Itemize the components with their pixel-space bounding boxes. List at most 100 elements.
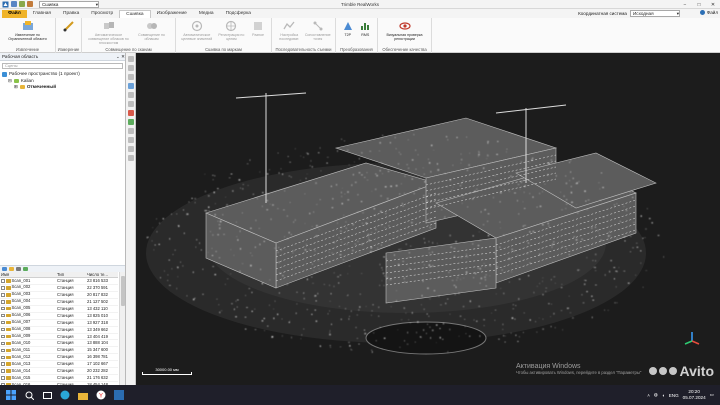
header-name[interactable]: Имя bbox=[0, 272, 57, 277]
sequence-label: Настройка последоват. bbox=[279, 33, 300, 41]
columns-icon[interactable] bbox=[23, 267, 28, 271]
minimize-button[interactable]: − bbox=[678, 0, 692, 9]
cell-point-count: 13 888 104 bbox=[87, 340, 108, 346]
visibility-checkbox[interactable] bbox=[1, 306, 5, 311]
scan-name: Scan_008 bbox=[11, 326, 31, 332]
list-view-icon[interactable] bbox=[2, 267, 7, 271]
help-menu[interactable]: Файл bbox=[699, 10, 718, 15]
visibility-checkbox[interactable] bbox=[1, 341, 5, 346]
scale-bar-line bbox=[142, 372, 192, 375]
undo-icon[interactable] bbox=[19, 1, 25, 7]
visibility-checkbox[interactable] bbox=[1, 348, 5, 353]
expand-icon[interactable]: ⊟ bbox=[8, 78, 12, 85]
scan-station-icon bbox=[5, 327, 11, 332]
cell-name: Scan_010 bbox=[0, 340, 57, 346]
network-icon[interactable]: ◍ bbox=[654, 392, 658, 398]
window-title: Trimble RealWorks bbox=[340, 2, 379, 7]
point-cloud-viewport[interactable]: 30000.00 мм Активация Windows Чтобы акти… bbox=[136, 53, 720, 385]
notifications-icon[interactable]: ▭ bbox=[710, 392, 714, 398]
header-type[interactable]: Тип bbox=[57, 272, 87, 277]
visibility-checkbox[interactable] bbox=[1, 313, 5, 318]
visibility-checkbox[interactable] bbox=[1, 286, 5, 290]
workflow-combo-value: Сшивка bbox=[42, 1, 59, 7]
tree-item-marked[interactable]: ⊞ Отмеченный bbox=[2, 84, 125, 91]
app-logo-icon bbox=[2, 1, 9, 8]
clock[interactable]: 20:20 05.07.2024 bbox=[683, 389, 706, 401]
save-icon[interactable] bbox=[11, 1, 17, 7]
search-icon[interactable] bbox=[22, 388, 36, 402]
start-button[interactable] bbox=[4, 388, 18, 402]
cell-type: Станция bbox=[57, 305, 74, 311]
scene-search-input[interactable]: Сцены bbox=[2, 63, 123, 69]
cell-type: Станция bbox=[57, 278, 74, 283]
settings-icon[interactable] bbox=[16, 267, 21, 271]
toolstrip-icon[interactable] bbox=[127, 56, 134, 62]
close-button[interactable]: ✕ bbox=[706, 0, 720, 9]
visibility-checkbox[interactable] bbox=[1, 362, 5, 366]
yandex-browser-icon[interactable]: Y bbox=[94, 388, 108, 402]
visibility-checkbox[interactable] bbox=[1, 355, 5, 360]
expand-icon[interactable]: ⊞ bbox=[14, 84, 18, 91]
workflow-combo[interactable]: Сшивка ▾ bbox=[39, 0, 99, 8]
realworks-taskbar-icon[interactable] bbox=[112, 388, 126, 402]
tab-subsphere[interactable]: Подсферка bbox=[220, 10, 257, 18]
toolstrip-icon[interactable] bbox=[127, 128, 134, 134]
explorer-icon[interactable] bbox=[76, 388, 90, 402]
scan-station-icon bbox=[5, 320, 11, 325]
visibility-checkbox[interactable] bbox=[1, 293, 5, 297]
filter-icon[interactable] bbox=[9, 267, 14, 271]
scan-station-icon bbox=[5, 293, 11, 297]
toolstrip-icon[interactable] bbox=[127, 92, 134, 98]
pin-icon[interactable]: ⌄ ✕ bbox=[116, 53, 125, 60]
target-registration-label: Регистрация по целям bbox=[218, 33, 245, 41]
toolstrip-icon[interactable] bbox=[127, 110, 134, 116]
coordinate-system-select[interactable]: Исходная ▾ bbox=[630, 10, 680, 17]
cell-point-count: 21 176 632 bbox=[87, 375, 108, 381]
tab-edit[interactable]: Правка bbox=[57, 10, 85, 18]
volume-icon[interactable]: ◖ bbox=[662, 393, 665, 398]
cloud-align-icon bbox=[103, 22, 114, 29]
taskbar: Y ˄ ◍ ◖ ENG 20:20 05.07.2024 ▭ bbox=[0, 385, 720, 405]
toolstrip-icon[interactable] bbox=[127, 83, 134, 89]
chevron-up-icon[interactable]: ˄ bbox=[647, 393, 650, 398]
visibility-checkbox[interactable] bbox=[1, 369, 5, 373]
workspace-icon bbox=[2, 71, 7, 77]
sequence-icon bbox=[283, 21, 295, 30]
cell-name: Scan_004 bbox=[0, 298, 57, 305]
tab-home[interactable]: Главная bbox=[27, 10, 57, 18]
task-view-icon[interactable] bbox=[40, 388, 54, 402]
scan-table-scrollbar[interactable] bbox=[119, 272, 125, 385]
toolstrip-icon[interactable] bbox=[127, 119, 134, 125]
redo-icon[interactable] bbox=[27, 1, 33, 7]
visibility-checkbox[interactable] bbox=[1, 334, 5, 339]
cell-point-count: 13 404 419 bbox=[87, 333, 108, 339]
edge-icon[interactable] bbox=[58, 388, 72, 402]
toolstrip-icon[interactable] bbox=[127, 137, 134, 143]
toolstrip-icon[interactable] bbox=[127, 101, 134, 107]
tab-registration[interactable]: Сшивка bbox=[119, 10, 151, 18]
visibility-checkbox[interactable] bbox=[1, 327, 5, 332]
cell-type: Станция bbox=[57, 361, 74, 367]
windows-activation-notice: Активация Windows Чтобы активировать Win… bbox=[516, 363, 641, 375]
visibility-checkbox[interactable] bbox=[1, 320, 5, 325]
tab-media[interactable]: Медиа bbox=[193, 10, 220, 18]
tab-file[interactable]: Файл bbox=[2, 10, 27, 18]
toolstrip-icon[interactable] bbox=[127, 146, 134, 152]
visibility-checkbox[interactable] bbox=[1, 300, 5, 304]
cell-name: Scan_003 bbox=[0, 291, 57, 298]
cell-point-count: 20 232 282 bbox=[87, 368, 108, 374]
toolstrip-icon[interactable] bbox=[127, 74, 134, 80]
header-point-count[interactable]: Число те... bbox=[87, 272, 118, 277]
cell-name: Scan_002 bbox=[0, 284, 57, 291]
toolstrip-icon[interactable] bbox=[127, 155, 134, 161]
tab-image[interactable]: Изображение bbox=[151, 10, 193, 18]
scan-name: Scan_015 bbox=[11, 374, 31, 380]
language-indicator[interactable]: ENG bbox=[669, 393, 679, 398]
toolstrip-icon[interactable] bbox=[127, 65, 134, 71]
maximize-button[interactable]: □ bbox=[692, 0, 706, 9]
visibility-checkbox[interactable] bbox=[1, 279, 5, 283]
visibility-checkbox[interactable] bbox=[1, 376, 5, 380]
scrollbar-thumb[interactable] bbox=[121, 276, 125, 306]
rms-label: RMS bbox=[361, 33, 370, 37]
tab-view[interactable]: Просмотр bbox=[85, 10, 119, 18]
